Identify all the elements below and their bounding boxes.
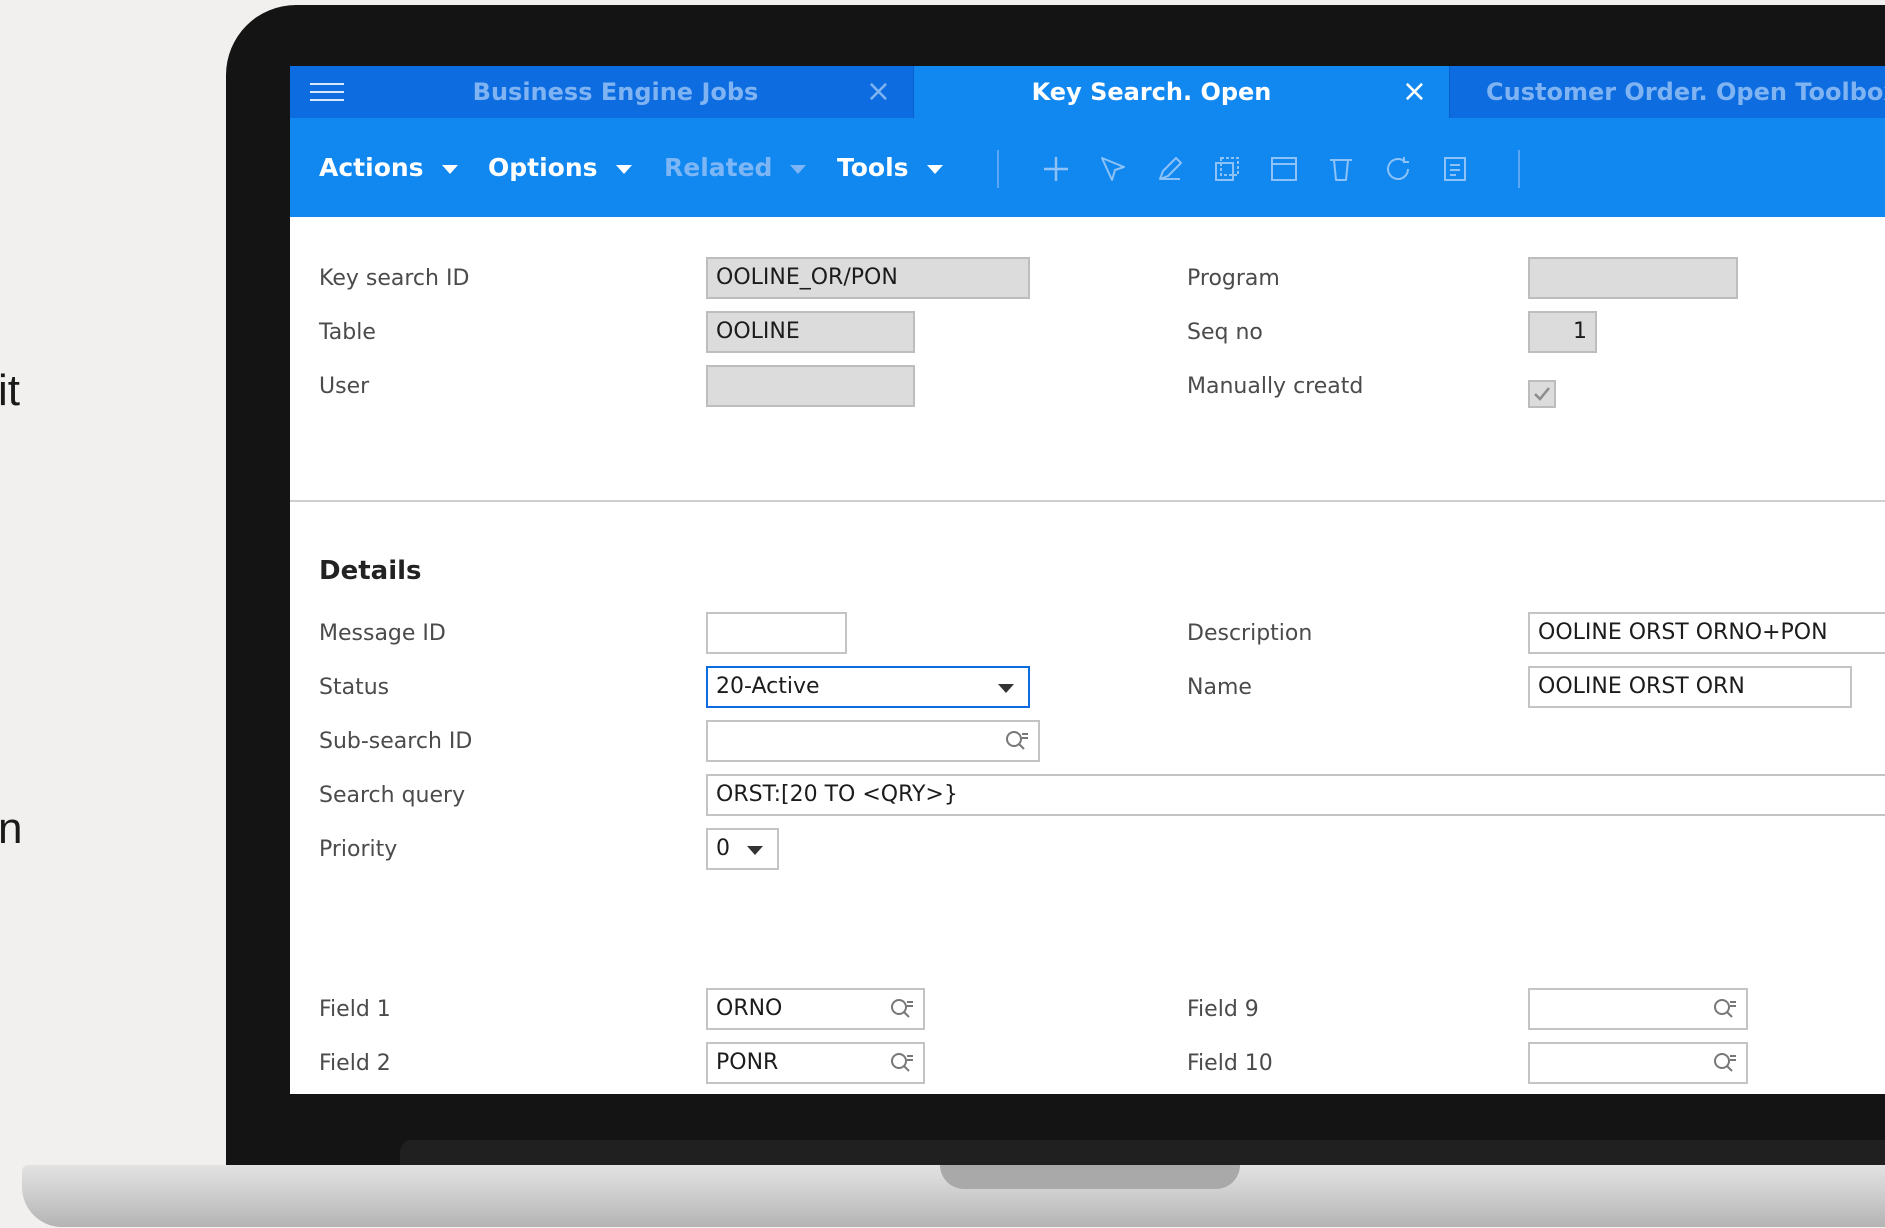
toolbar-divider [997,150,999,188]
chevron-down-icon [926,164,943,174]
field-10-label: Field 10 [1187,1051,1273,1076]
app-screen: Business Engine Jobs × Key Search. Open … [290,66,1885,1094]
field-1-input[interactable]: ORNO [706,988,925,1030]
priority-value: 0 [716,836,730,861]
field-2-label: Field 2 [319,1051,391,1076]
program-field[interactable] [1528,257,1738,299]
chevron-down-icon [998,684,1014,693]
actions-menu-label: Actions [319,153,424,182]
field-2-value: PONR [716,1050,779,1075]
name-label: Name [1187,675,1252,700]
main-menu-button[interactable] [290,66,379,118]
details-section-title: Details [319,556,422,586]
field-2-input[interactable]: PONR [706,1042,925,1084]
delete-trash-icon[interactable] [1326,154,1356,184]
tab-bar: Business Engine Jobs × Key Search. Open … [290,66,1885,118]
lookup-icon[interactable] [1712,996,1738,1022]
chevron-down-icon [441,164,458,174]
refresh-icon[interactable] [1383,154,1413,184]
sub-search-id-input[interactable] [706,720,1040,762]
status-value: 20-Active [716,674,820,699]
tools-menu[interactable]: Tools [837,118,943,217]
section-divider [290,500,1885,502]
chevron-down-icon [615,164,632,174]
lookup-icon[interactable] [1712,1050,1738,1076]
select-arrow-icon[interactable] [1098,154,1128,184]
sub-search-id-label: Sub-search ID [319,729,473,754]
tools-menu-label: Tools [837,153,909,182]
lookup-icon[interactable] [889,1050,915,1076]
status-dropdown[interactable]: 20-Active [706,666,1030,708]
menu-icon [310,99,344,101]
priority-dropdown[interactable]: 0 [706,828,779,870]
name-input[interactable]: OOLINE ORST ORN [1528,666,1852,708]
close-icon[interactable]: × [866,66,891,118]
field-9-input[interactable] [1528,988,1748,1030]
priority-label: Priority [319,837,398,862]
field-10-input[interactable] [1528,1042,1748,1084]
key-search-id-label: Key search ID [319,266,470,291]
toolbar: Actions Options Related Tools [290,118,1885,217]
options-menu-label: Options [488,153,598,182]
lookup-icon[interactable] [889,996,915,1022]
field-1-value: ORNO [716,996,783,1021]
close-icon[interactable]: × [1402,66,1427,118]
field-9-label: Field 9 [1187,997,1259,1022]
copy-icon[interactable] [1212,154,1242,184]
status-label: Status [319,675,390,700]
laptop-hinge [400,1140,1885,1168]
manually-created-checkbox[interactable] [1528,380,1556,408]
search-query-label: Search query [319,783,466,808]
actions-menu[interactable]: Actions [319,118,458,217]
user-field[interactable] [706,365,915,407]
window-icon[interactable] [1269,154,1299,184]
tab-label: Key Search. Open [1031,78,1272,106]
key-search-id-field[interactable]: OOLINE_OR/PON [706,257,1030,299]
description-label: Description [1187,621,1313,646]
tab-label: Business Engine Jobs [472,78,759,106]
related-menu-label: Related [664,153,773,182]
seq-no-label: Seq no [1187,320,1263,345]
tab-key-search-open[interactable]: Key Search. Open × [914,66,1450,118]
related-menu[interactable]: Related [664,118,807,217]
tab-label: Customer Order. Open Toolbox [1486,78,1885,106]
description-input[interactable]: OOLINE ORST ORNO+PON [1528,612,1885,654]
chevron-down-icon [790,164,807,174]
tab-business-engine-jobs[interactable]: Business Engine Jobs × [378,66,914,118]
menu-icon [310,83,344,85]
tab-customer-order-open-toolbox[interactable]: Customer Order. Open Toolbox [1450,66,1885,118]
options-menu[interactable]: Options [488,118,632,217]
laptop-notch [940,1165,1240,1189]
table-label: Table [319,320,376,345]
search-query-input[interactable]: ORST:[20 TO <QRY>} [706,774,1885,816]
field-1-label: Field 1 [319,997,391,1022]
table-field[interactable]: OOLINE [706,311,915,353]
background-text-fragment: it [0,366,20,415]
user-label: User [319,374,370,399]
edit-pencil-icon[interactable] [1155,154,1185,184]
chevron-down-icon [747,846,763,855]
background-text-fragment: n [0,804,23,853]
toolbar-divider [1518,150,1520,188]
notes-icon[interactable] [1440,154,1470,184]
checkmark-icon [1534,387,1550,401]
plus-icon[interactable] [1041,154,1071,184]
program-label: Program [1187,266,1280,291]
seq-no-field[interactable]: 1 [1528,311,1597,353]
manually-created-label: Manually creatd [1187,374,1364,399]
message-id-input[interactable] [706,612,847,654]
menu-icon [310,91,344,93]
lookup-icon[interactable] [1004,728,1030,754]
message-id-label: Message ID [319,621,446,646]
